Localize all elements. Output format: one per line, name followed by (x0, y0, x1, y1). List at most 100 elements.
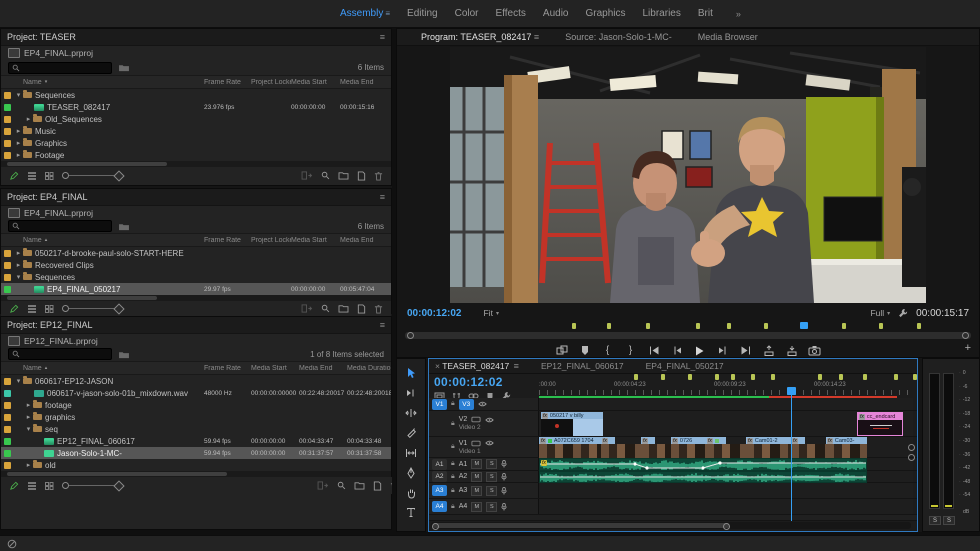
zoom-level-select[interactable]: Fit▾ (483, 308, 498, 318)
search-input[interactable] (8, 62, 112, 74)
sequence-marker[interactable] (572, 323, 576, 329)
clip-segment[interactable]: fx (601, 437, 641, 458)
timeline-position-timecode[interactable]: 00:00:12:02 (434, 375, 503, 389)
scroll-handle-right[interactable] (962, 332, 969, 339)
sequence-marker[interactable] (764, 323, 768, 329)
expander-icon[interactable]: ▸ (14, 127, 23, 135)
track-v1-content[interactable]: fxA072C659 1704 fx fx fx0726 fx fxCam01-… (539, 437, 913, 457)
timeline-ruler[interactable]: :00:00 00:00:04:23 00:00:09:23 00:00:14:… (539, 373, 913, 398)
row-music[interactable]: ▸ Music (1, 125, 391, 137)
solo-right-button[interactable]: S (943, 516, 955, 525)
monitor-marker-strip[interactable] (405, 322, 971, 330)
source-patch-a1[interactable]: A1 (432, 459, 447, 470)
label-chip[interactable] (4, 274, 11, 281)
timeline-playhead[interactable] (787, 387, 796, 395)
label-chip[interactable] (4, 438, 11, 445)
row-recovered-clips[interactable]: ▸ Recovered Clips (1, 259, 391, 271)
track-v3-content[interactable] (539, 398, 913, 410)
workspace-overflow-icon[interactable]: » (736, 9, 741, 19)
clip-0726[interactable]: fx0726 (671, 437, 706, 458)
expander-icon[interactable]: ▾ (14, 377, 23, 385)
volume-keyframe-line[interactable] (540, 472, 867, 483)
new-bin-button[interactable] (338, 171, 349, 180)
tab-source-monitor[interactable]: Source: Jason-Solo-1-MC- (565, 32, 672, 42)
clip-cam01-2[interactable]: fxCam01-2 (746, 437, 791, 458)
row-ep12-final-sequence[interactable]: EP12_FINAL_060617 59.94 fps 00:00:00:00 … (1, 435, 391, 447)
workspace-tab-graphics[interactable]: Graphics (585, 8, 625, 19)
tab-program-monitor[interactable]: Program: TEASER_082417 ≡ (421, 32, 539, 42)
label-chip[interactable] (4, 104, 11, 111)
label-chip[interactable] (4, 450, 11, 457)
go-to-out-button[interactable] (739, 344, 753, 357)
label-chip[interactable] (4, 402, 11, 409)
voiceover-mic-icon[interactable] (501, 473, 507, 481)
track-name[interactable]: V1 (459, 440, 468, 447)
sequence-marker[interactable] (917, 323, 921, 329)
tab-media-browser[interactable]: Media Browser (698, 32, 758, 42)
clip-cc-endcard[interactable]: fxcc_endcard (857, 412, 903, 436)
row-sequences[interactable]: ▾ Sequences (1, 271, 391, 283)
voiceover-mic-icon[interactable] (501, 460, 507, 468)
delete-button[interactable] (374, 171, 383, 181)
row-ep12-jason[interactable]: ▾ 060617-EP12-JASON (1, 375, 391, 387)
panel-menu-icon[interactable]: ≡ (534, 32, 539, 42)
panel-menu-icon[interactable]: ≡ (380, 192, 385, 202)
column-headers[interactable]: Name▴ Frame Rate Media Start Media End M… (1, 361, 391, 375)
ripple-edit-tool[interactable] (403, 405, 419, 420)
timeline-horizontal-scrollbar[interactable] (431, 522, 911, 529)
volume-keyframe-line[interactable] (540, 459, 867, 471)
sequence-marker[interactable] (688, 374, 692, 380)
source-patch-a3[interactable]: A3 (432, 485, 447, 496)
master-track[interactable] (429, 515, 917, 521)
sequence-marker[interactable] (607, 323, 611, 329)
track-name[interactable]: V2 (459, 416, 468, 423)
label-chip[interactable] (4, 462, 11, 469)
column-headers[interactable]: Name▾ Frame Rate Project Locked Media St… (1, 75, 391, 89)
add-marker-button[interactable] (578, 344, 592, 357)
new-item-button[interactable] (357, 171, 366, 181)
new-bin-button[interactable] (354, 481, 365, 490)
sequence-marker[interactable] (634, 374, 638, 380)
audio-meters-panel[interactable]: ·0 ·-6 ·-12 ·-18 ·-24 ·-30 ·-36 ·-42 ·-4… (922, 358, 980, 532)
sequence-marker[interactable] (894, 374, 898, 380)
track-lock-icon[interactable]: 🔒︎ (451, 420, 455, 428)
track-lock-icon[interactable]: 🔒︎ (451, 473, 455, 481)
search-bin-icon[interactable] (118, 63, 130, 72)
timeline-tab-ep12[interactable]: EP12_FINAL_060617 (541, 361, 624, 371)
track-lock-icon[interactable]: 🔒︎ (451, 400, 455, 408)
breadcrumb[interactable]: EP4_FINAL.prproj (24, 208, 93, 218)
row-footage[interactable]: ▸ Footage (1, 149, 391, 161)
sequence-marker[interactable] (751, 374, 755, 380)
workspace-tab-effects[interactable]: Effects (496, 8, 526, 19)
sequence-marker[interactable] (727, 323, 731, 329)
solo-button[interactable]: S (486, 472, 497, 482)
find-button[interactable] (337, 481, 346, 490)
workspace-tab-brit[interactable]: Brit (698, 8, 713, 19)
label-chip[interactable] (4, 286, 11, 293)
zoom-handle-right[interactable] (723, 523, 730, 530)
mark-out-button[interactable]: } (624, 344, 638, 357)
row-seq[interactable]: ▾ seq (1, 423, 391, 435)
close-icon[interactable]: × (435, 361, 440, 371)
row-sequences[interactable]: ▾ Sequences (1, 89, 391, 101)
search-bin-icon[interactable] (118, 222, 130, 231)
expander-icon[interactable]: ▾ (24, 425, 33, 433)
workspace-tab-color[interactable]: Color (455, 8, 479, 19)
expander-icon[interactable]: ▾ (14, 91, 23, 99)
panel-menu-icon[interactable]: ≡ (380, 320, 385, 330)
workspace-tab-assembly[interactable]: Assembly≡ (340, 8, 390, 19)
expander-icon[interactable]: ▸ (14, 151, 23, 159)
sequence-marker[interactable] (661, 374, 665, 380)
sync-lock-icon[interactable] (471, 416, 481, 423)
panel-menu-icon[interactable]: ≡ (514, 361, 519, 371)
sequence-marker[interactable] (696, 323, 700, 329)
step-forward-button[interactable] (716, 344, 730, 357)
automate-to-sequence-button[interactable] (301, 304, 313, 313)
go-to-in-button[interactable] (647, 344, 661, 357)
row-ep4-final-sequence[interactable]: EP4_FINAL_050217 29.97 fps 00:00:00:0000… (1, 283, 391, 295)
playhead-position-timecode[interactable]: 00:00:12:02 (407, 308, 461, 319)
row-old-sequences[interactable]: ▸ Old_Sequences (1, 113, 391, 125)
breadcrumb[interactable]: EP12_FINAL.prproj (24, 336, 98, 346)
track-a4-content[interactable] (539, 499, 913, 514)
new-item-button[interactable] (357, 304, 366, 314)
